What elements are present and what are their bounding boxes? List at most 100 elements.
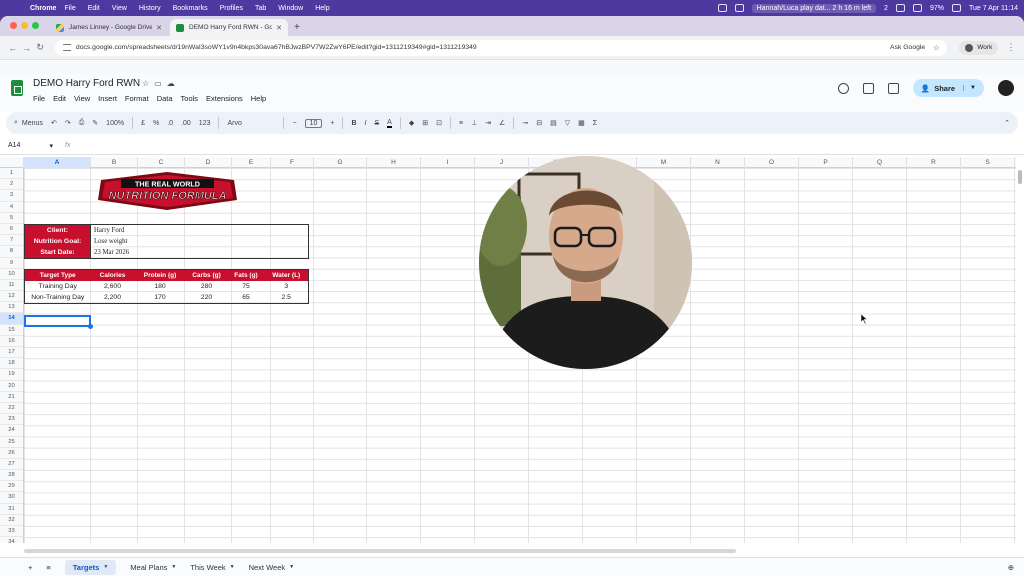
row-header-8[interactable]: 8	[0, 246, 23, 258]
browser-tab-drive[interactable]: James Linney - Google Drive ✕	[50, 19, 168, 36]
header-carbs[interactable]: Carbs (g)	[185, 269, 228, 281]
reload-icon[interactable]: ↻	[33, 42, 47, 53]
goal-value[interactable]: Lose weight	[91, 236, 309, 247]
column-header-q[interactable]: Q	[853, 157, 907, 168]
bold-button[interactable]: B	[351, 120, 356, 127]
client-value[interactable]: Harry Ford	[91, 225, 309, 236]
version-history-icon[interactable]	[837, 82, 849, 94]
protein-cell[interactable]: 170	[135, 292, 186, 303]
row-header-19[interactable]: 19	[0, 369, 23, 381]
row-header-5[interactable]: 5	[0, 213, 23, 224]
protein-cell[interactable]: 180	[135, 281, 186, 292]
text-color-button[interactable]: A	[387, 119, 392, 128]
close-tab-icon[interactable]: ✕	[156, 24, 162, 32]
horizontal-scrollbar[interactable]	[24, 549, 736, 553]
menu-bookmarks[interactable]: Bookmarks	[173, 5, 208, 12]
column-header-b[interactable]: B	[91, 157, 138, 168]
comments-icon[interactable]	[862, 82, 874, 94]
collapse-toolbar-icon[interactable]: ⌃	[1004, 119, 1010, 127]
docs-menu-extensions[interactable]: Extensions	[206, 94, 243, 103]
strikethrough-button[interactable]: S	[374, 120, 379, 127]
star-icon[interactable]: ☆	[142, 79, 149, 88]
menu-help[interactable]: Help	[315, 5, 329, 12]
carbs-cell[interactable]: 280	[186, 281, 228, 292]
row-header-26[interactable]: 26	[0, 448, 23, 459]
text-wrap-icon[interactable]: ⇥	[485, 119, 491, 127]
row-header-31[interactable]: 31	[0, 504, 23, 515]
chevron-down-icon[interactable]: ▼	[963, 85, 976, 91]
select-all-corner[interactable]	[0, 157, 24, 168]
column-header-i[interactable]: I	[421, 157, 475, 168]
vertical-scrollbar[interactable]	[1018, 170, 1022, 184]
decrease-font-size-icon[interactable]: −	[292, 120, 296, 127]
row-header-12[interactable]: 12	[0, 291, 23, 303]
functions-button[interactable]: Σ	[593, 120, 597, 127]
text-rotation-icon[interactable]: ∠	[499, 119, 505, 127]
row-header-34[interactable]: 34	[0, 537, 23, 543]
menu-window[interactable]: Window	[278, 5, 303, 12]
row-header-32[interactable]: 32	[0, 515, 23, 526]
calories-cell[interactable]: 2,200	[91, 292, 135, 303]
menu-profiles[interactable]: Profiles	[220, 5, 243, 12]
clock[interactable]: Tue 7 Apr 11:14	[969, 5, 1018, 12]
row-header-20[interactable]: 20	[0, 381, 23, 392]
number-format-button[interactable]: 123	[199, 120, 211, 127]
browser-tab-sheet[interactable]: DEMO Harry Ford RWN - Goo ✕	[170, 19, 288, 36]
share-button[interactable]: 👤 Share ▼	[912, 79, 984, 97]
client-label[interactable]: Client:	[24, 224, 91, 236]
status-icon[interactable]	[717, 4, 727, 12]
explore-icon[interactable]: ⊕	[1008, 563, 1014, 572]
water-cell[interactable]: 3	[265, 281, 309, 292]
docs-menu-file[interactable]: File	[33, 94, 45, 103]
wifi-icon[interactable]	[951, 4, 961, 12]
zoom-select[interactable]: 100%	[106, 120, 124, 127]
insert-link-icon[interactable]: ⊸	[522, 119, 528, 127]
volume-icon[interactable]	[912, 4, 922, 12]
docs-menu-insert[interactable]: Insert	[98, 94, 117, 103]
italic-button[interactable]: I	[365, 120, 367, 127]
menu-file[interactable]: File	[64, 5, 75, 12]
row-header-25[interactable]: 25	[0, 437, 23, 448]
borders-icon[interactable]: ⊞	[422, 119, 428, 127]
row-header-22[interactable]: 22	[0, 403, 23, 415]
column-header-d[interactable]: D	[185, 157, 232, 168]
redo-icon[interactable]: ↷	[65, 119, 71, 127]
column-header-n[interactable]: N	[691, 157, 745, 168]
column-header-g[interactable]: G	[314, 157, 367, 168]
row-header-23[interactable]: 23	[0, 414, 23, 426]
row-header-18[interactable]: 18	[0, 358, 23, 370]
fats-cell[interactable]: 65	[228, 292, 265, 303]
filter-icon[interactable]: ▽	[565, 119, 570, 127]
new-tab-icon[interactable]: +	[294, 22, 300, 33]
font-size-input[interactable]: 10	[304, 118, 323, 128]
forward-icon[interactable]: →	[20, 43, 34, 53]
header-fats[interactable]: Fats (g)	[227, 269, 265, 281]
docs-menu-data[interactable]: Data	[157, 94, 173, 103]
cloud-status-icon[interactable]: ☁	[167, 79, 175, 88]
minimize-window-button[interactable]	[21, 22, 28, 29]
column-header-f[interactable]: F	[271, 157, 314, 168]
horizontal-align-icon[interactable]: ≡	[459, 120, 463, 127]
docs-menu-view[interactable]: View	[74, 94, 90, 103]
zoom-window-button[interactable]	[32, 22, 39, 29]
start-date-label[interactable]: Start Date:	[24, 246, 91, 259]
paint-format-icon[interactable]: ✎	[92, 119, 98, 127]
row-header-10[interactable]: 10	[0, 269, 23, 280]
row-header-21[interactable]: 21	[0, 392, 23, 403]
docs-menu-help[interactable]: Help	[251, 94, 266, 103]
column-header-m[interactable]: M	[637, 157, 691, 168]
sheet-tab-meal-plans[interactable]: Meal Plans ▼	[130, 563, 176, 572]
sheet-tab-this-week[interactable]: This Week ▼	[190, 563, 234, 572]
row-header-15[interactable]: 15	[0, 325, 23, 336]
status-icon[interactable]	[734, 4, 744, 12]
move-folder-icon[interactable]: ▭	[154, 79, 162, 88]
menu-edit[interactable]: Edit	[88, 5, 100, 12]
increase-font-size-icon[interactable]: +	[330, 120, 334, 127]
calories-cell[interactable]: 2,600	[91, 281, 135, 292]
row-header-29[interactable]: 29	[0, 481, 23, 493]
header-target-type[interactable]: Target Type	[24, 269, 91, 281]
insert-chart-icon[interactable]: ▤	[550, 119, 557, 127]
column-header-s[interactable]: S	[961, 157, 1015, 168]
carbs-cell[interactable]: 220	[186, 292, 228, 303]
vertical-align-icon[interactable]: ⊥	[471, 119, 477, 127]
